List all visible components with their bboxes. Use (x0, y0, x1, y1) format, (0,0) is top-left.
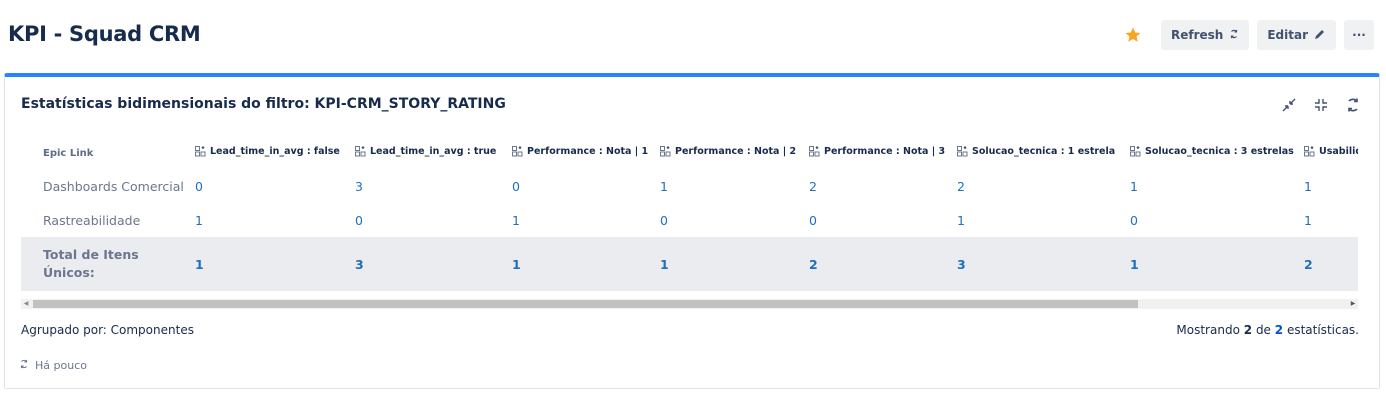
last-updated[interactable]: Há pouco (19, 359, 87, 372)
refresh-label: Refresh (1171, 28, 1224, 42)
column-header[interactable]: Lead_time_in_avg : true (351, 137, 508, 169)
epic-link-header[interactable]: Epic Link (21, 137, 191, 169)
cell-value[interactable]: 1 (508, 203, 656, 237)
scroll-right-icon[interactable]: ▶ (1348, 299, 1358, 309)
page-title: KPI - Squad CRM (8, 22, 201, 46)
column-header[interactable]: Solucao_tecnica : 1 estrela (953, 137, 1126, 169)
refresh-icon (1229, 28, 1239, 42)
more-actions-button[interactable]: ··· (1344, 20, 1374, 50)
total-value[interactable]: 3 (351, 237, 508, 291)
showing-prefix: Mostrando (1176, 323, 1240, 337)
updated-label: Há pouco (35, 359, 87, 372)
stats-table: Epic Link Lead_time_in_avg : false Lead_… (21, 137, 1358, 291)
row-label[interactable]: Dashboards Comercial (21, 169, 191, 203)
cell-value[interactable]: 1 (1126, 169, 1300, 203)
more-label: ··· (1352, 28, 1366, 42)
column-header[interactable]: Solucao_tecnica : 3 estrelas (1126, 137, 1300, 169)
column-header[interactable]: Lead_time_in_avg : false (191, 137, 351, 169)
gadget-panel: Estatísticas bidimensionais do filtro: K… (4, 73, 1380, 389)
column-header[interactable]: Usabilid (1300, 137, 1358, 169)
total-value[interactable]: 1 (191, 237, 351, 291)
component-icon (355, 146, 368, 160)
cell-value[interactable]: 0 (508, 169, 656, 203)
component-icon (957, 146, 970, 160)
showing-of: de (1255, 323, 1271, 337)
column-label: Solucao_tecnica : 3 estrelas (1145, 146, 1294, 157)
column-label: Performance : Nota | 3 (824, 146, 946, 157)
cell-value[interactable]: 1 (953, 203, 1126, 237)
column-label: Performance : Nota | 1 (527, 146, 649, 157)
total-value[interactable]: 2 (805, 237, 953, 291)
gadget-title: Estatísticas bidimensionais do filtro: K… (21, 96, 506, 112)
component-icon (195, 146, 208, 160)
cell-value[interactable]: 1 (1300, 169, 1358, 203)
table-row: Rastreabilidade 1 0 1 0 0 1 0 1 (21, 203, 1358, 237)
row-label[interactable]: Rastreabilidade (21, 203, 191, 237)
column-label: Solucao_tecnica : 1 estrela (972, 146, 1116, 157)
component-icon (1304, 146, 1317, 160)
showing-total[interactable]: 2 (1275, 323, 1283, 337)
pencil-icon (1314, 28, 1326, 43)
total-row: Total de Itens Únicos: 1 3 1 1 2 3 1 2 (21, 237, 1358, 291)
cell-value[interactable]: 0 (351, 203, 508, 237)
horizontal-scrollbar[interactable]: ◀ ▶ (21, 299, 1358, 309)
edit-button[interactable]: Editar (1257, 20, 1336, 50)
total-value[interactable]: 2 (1300, 237, 1358, 291)
collapse-icon[interactable] (1311, 95, 1331, 115)
table-header-row: Epic Link Lead_time_in_avg : false Lead_… (21, 137, 1358, 169)
refresh-small-icon (19, 359, 29, 372)
grouped-by-text: Agrupado por: Componentes (21, 323, 194, 337)
refresh-icon[interactable] (1343, 95, 1363, 115)
page-header: KPI - Squad CRM Refresh Editar ··· (0, 0, 1386, 72)
showing-suffix: estatísticas. (1286, 323, 1359, 337)
refresh-button[interactable]: Refresh (1161, 20, 1250, 50)
column-header[interactable]: Performance : Nota | 1 (508, 137, 656, 169)
cell-value[interactable]: 2 (953, 169, 1126, 203)
cell-value[interactable]: 0 (656, 203, 805, 237)
header-actions: Refresh Editar ··· (1119, 20, 1374, 50)
column-label: Lead_time_in_avg : false (210, 146, 340, 157)
column-header[interactable]: Performance : Nota | 2 (656, 137, 805, 169)
showing-count: 2 (1243, 323, 1253, 337)
total-value[interactable]: 3 (953, 237, 1126, 291)
column-label: Lead_time_in_avg : true (370, 146, 497, 157)
column-label: Usabilid (1319, 146, 1358, 157)
column-label: Performance : Nota | 2 (675, 146, 797, 157)
scrollbar-thumb[interactable] (33, 300, 1138, 308)
cell-value[interactable]: 0 (191, 169, 351, 203)
component-icon (660, 146, 673, 160)
cell-value[interactable]: 3 (351, 169, 508, 203)
minimize-icon[interactable] (1279, 95, 1299, 115)
cell-value[interactable]: 1 (656, 169, 805, 203)
component-icon (809, 146, 822, 160)
stats-table-container[interactable]: Epic Link Lead_time_in_avg : false Lead_… (21, 137, 1358, 293)
cell-value[interactable]: 2 (805, 169, 953, 203)
cell-value[interactable]: 1 (191, 203, 351, 237)
showing-count-text: Mostrando 2 de 2 estatísticas. (1176, 323, 1359, 337)
scroll-left-icon[interactable]: ◀ (21, 299, 31, 309)
component-icon (512, 146, 525, 160)
component-icon (1130, 146, 1143, 160)
cell-value[interactable]: 0 (805, 203, 953, 237)
total-value[interactable]: 1 (508, 237, 656, 291)
gadget-tools (1279, 95, 1363, 115)
column-header[interactable]: Performance : Nota | 3 (805, 137, 953, 169)
table-row: Dashboards Comercial 0 3 0 1 2 2 1 1 (21, 169, 1358, 203)
cell-value[interactable]: 0 (1126, 203, 1300, 237)
star-icon[interactable] (1119, 21, 1147, 49)
total-label: Total de Itens Únicos: (21, 237, 191, 291)
total-value[interactable]: 1 (1126, 237, 1300, 291)
total-value[interactable]: 1 (656, 237, 805, 291)
edit-label: Editar (1267, 28, 1308, 42)
cell-value[interactable]: 1 (1300, 203, 1358, 237)
